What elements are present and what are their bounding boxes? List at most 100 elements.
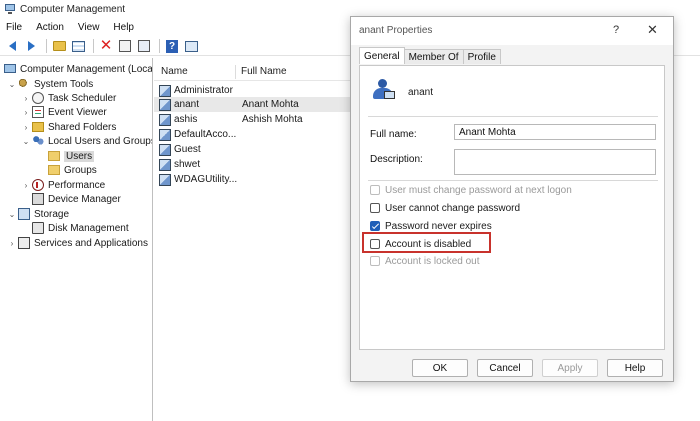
disk-icon xyxy=(32,222,44,234)
delete-button[interactable]: ✕ xyxy=(98,38,114,54)
device-manager-icon xyxy=(32,193,44,205)
tree-item-task-scheduler[interactable]: › Task Scheduler xyxy=(22,91,116,105)
menu-action[interactable]: Action xyxy=(36,22,64,33)
table-row[interactable]: ashis Ashish Mohta xyxy=(154,112,350,127)
show-action-pane-button[interactable] xyxy=(183,38,199,54)
tree-item-services-and-applications[interactable]: › Services and Applications xyxy=(8,236,148,250)
chevron-right-icon[interactable]: › xyxy=(8,239,16,248)
tab-general[interactable]: General xyxy=(359,47,405,64)
user-full-name: Anant Mohta xyxy=(242,99,299,110)
window-title: Computer Management xyxy=(20,3,126,15)
table-row[interactable]: anant Anant Mohta xyxy=(154,97,350,112)
tree-item-label: Users xyxy=(64,150,95,162)
chevron-right-icon[interactable]: › xyxy=(22,108,30,117)
user-name: shwet xyxy=(174,159,201,170)
dialog-title-bar[interactable]: anant Properties ? ✕ xyxy=(351,17,673,45)
account-username: anant xyxy=(408,87,434,98)
properties-icon xyxy=(119,40,131,52)
tree-item-storage[interactable]: ⌄ Storage xyxy=(8,207,69,221)
tree-item-local-users-and-groups[interactable]: ⌄ Local Users and Groups xyxy=(22,134,152,148)
checkbox-label: Password never expires xyxy=(385,220,492,232)
clock-icon xyxy=(32,92,44,104)
tree-item-performance[interactable]: › Performance xyxy=(22,178,105,192)
description-label: Description: xyxy=(370,154,423,165)
help-button[interactable]: ? xyxy=(164,38,180,54)
chevron-down-icon[interactable]: ⌄ xyxy=(8,80,16,89)
user-account-icon xyxy=(159,84,171,97)
close-icon[interactable]: ✕ xyxy=(647,22,658,38)
tree-item-label: Disk Management xyxy=(48,222,129,234)
export-list-button[interactable] xyxy=(136,38,152,54)
tab-member-of[interactable]: Member Of xyxy=(403,49,464,64)
tree-item-shared-folders[interactable]: › Shared Folders xyxy=(22,120,117,134)
show-hide-tree-button[interactable] xyxy=(70,38,86,54)
table-row[interactable]: WDAGUtility... xyxy=(154,172,350,187)
tree-item-disk-management[interactable]: Disk Management xyxy=(22,221,129,235)
tree-item-computer-management[interactable]: Computer Management (Local xyxy=(4,62,153,76)
chevron-right-icon[interactable]: › xyxy=(22,181,30,190)
console-tree-icon xyxy=(71,40,85,52)
apply-button[interactable]: Apply xyxy=(542,359,598,377)
dialog-help-icon[interactable]: ? xyxy=(613,24,619,36)
chevron-down-icon[interactable]: ⌄ xyxy=(8,210,16,219)
dialog-title: anant Properties xyxy=(359,25,433,36)
computer-icon xyxy=(4,63,16,73)
shared-folder-icon xyxy=(32,122,44,132)
cancel-button[interactable]: Cancel xyxy=(477,359,533,377)
ok-button[interactable]: OK xyxy=(412,359,468,377)
tree-item-device-manager[interactable]: Device Manager xyxy=(32,192,121,206)
help-dialog-button[interactable]: Help xyxy=(607,359,663,377)
user-account-icon xyxy=(159,98,171,111)
list-header: Name Full Name xyxy=(154,63,350,81)
highlight-annotation xyxy=(362,232,491,253)
delete-x-icon: ✕ xyxy=(99,37,113,54)
column-header-full-name[interactable]: Full Name xyxy=(241,66,287,77)
tree-item-groups[interactable]: Groups xyxy=(48,163,97,177)
forward-button[interactable] xyxy=(23,38,39,54)
column-divider[interactable] xyxy=(235,65,236,79)
column-header-name[interactable]: Name xyxy=(161,66,188,77)
table-row[interactable]: Administrator xyxy=(154,83,350,98)
back-button[interactable] xyxy=(4,38,20,54)
tree-item-label: Services and Applications xyxy=(34,237,148,249)
description-field[interactable] xyxy=(454,149,656,175)
user-properties-dialog: anant Properties ? ✕ General Member Of P… xyxy=(350,16,674,382)
up-one-level-button[interactable] xyxy=(51,38,67,54)
password-never-expires-checkbox[interactable]: Password never expires xyxy=(370,219,492,233)
table-row[interactable]: shwet xyxy=(154,157,350,172)
full-name-field[interactable] xyxy=(454,124,656,140)
performance-icon xyxy=(32,179,44,191)
general-tab-panel: anant Full name: Description: User must … xyxy=(359,65,665,350)
table-row[interactable]: DefaultAcco... xyxy=(154,127,350,142)
user-cannot-change-password-checkbox[interactable]: User cannot change password xyxy=(370,201,520,215)
user-must-change-password-checkbox[interactable]: User must change password at next logon xyxy=(370,183,572,197)
checkbox-box[interactable] xyxy=(370,221,380,231)
user-avatar-icon xyxy=(372,78,396,102)
folder-icon xyxy=(48,151,60,161)
user-name: ashis xyxy=(174,114,198,125)
tree-item-users[interactable]: Users xyxy=(48,149,95,163)
user-full-name: Ashish Mohta xyxy=(242,114,303,125)
menu-help[interactable]: Help xyxy=(113,22,134,33)
tree-item-event-viewer[interactable]: › Event Viewer xyxy=(22,105,107,119)
checkbox-box[interactable] xyxy=(370,185,380,195)
properties-button[interactable] xyxy=(117,38,133,54)
tree-item-label: Computer Management (Local xyxy=(20,63,153,75)
chevron-right-icon[interactable]: › xyxy=(22,94,30,103)
tree-item-label: System Tools xyxy=(34,78,94,90)
chevron-down-icon[interactable]: ⌄ xyxy=(22,137,30,146)
menu-view[interactable]: View xyxy=(78,22,100,33)
checkbox-box[interactable] xyxy=(370,203,380,213)
checkbox-label: Account is locked out xyxy=(385,255,480,267)
tab-profile[interactable]: Profile xyxy=(462,49,501,64)
tree-item-label: Groups xyxy=(64,164,97,176)
computer-management-icon xyxy=(4,3,16,15)
tools-icon xyxy=(18,78,30,90)
tree-item-label: Performance xyxy=(48,179,106,191)
account-is-locked-out-checkbox[interactable]: Account is locked out xyxy=(370,254,480,268)
table-row[interactable]: Guest xyxy=(154,142,350,157)
tree-item-system-tools[interactable]: ⌄ System Tools xyxy=(8,77,93,91)
chevron-right-icon[interactable]: › xyxy=(22,123,30,132)
menu-file[interactable]: File xyxy=(6,22,22,33)
checkbox-box[interactable] xyxy=(370,256,380,266)
